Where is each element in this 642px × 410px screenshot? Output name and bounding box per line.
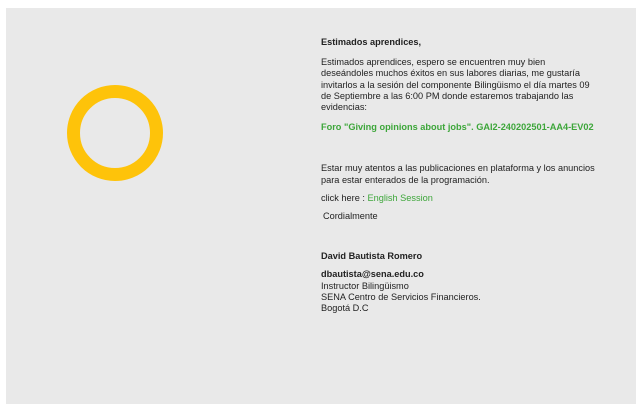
- signature-city: Bogotá D.C: [321, 303, 369, 314]
- click-here-line: click here : English Session: [321, 193, 599, 204]
- greeting: Estimados aprendices,: [321, 37, 422, 47]
- signature-email: dbautista@sena.edu.co: [321, 269, 424, 280]
- click-here-label: click here :: [321, 192, 368, 203]
- english-session-link[interactable]: English Session: [367, 193, 432, 203]
- signature-organization: SENA Centro de Servicios Financieros.: [321, 291, 481, 302]
- closing-text: Cordialmente: [323, 211, 378, 222]
- signature-role: Instructor Bilingüismo: [321, 280, 409, 291]
- announcement-message: Estimados aprendices, Estimados aprendic…: [321, 37, 599, 314]
- message-body: Estimados aprendices, espero se encuentr…: [321, 57, 590, 113]
- forum-title: Foro "Giving opinions about jobs". GAI2-…: [321, 122, 594, 133]
- yellow-ring-icon: [67, 85, 163, 181]
- notice-text: Estar muy atentos a las publicaciones en…: [321, 163, 595, 185]
- signature-name: David Bautista Romero: [321, 251, 423, 262]
